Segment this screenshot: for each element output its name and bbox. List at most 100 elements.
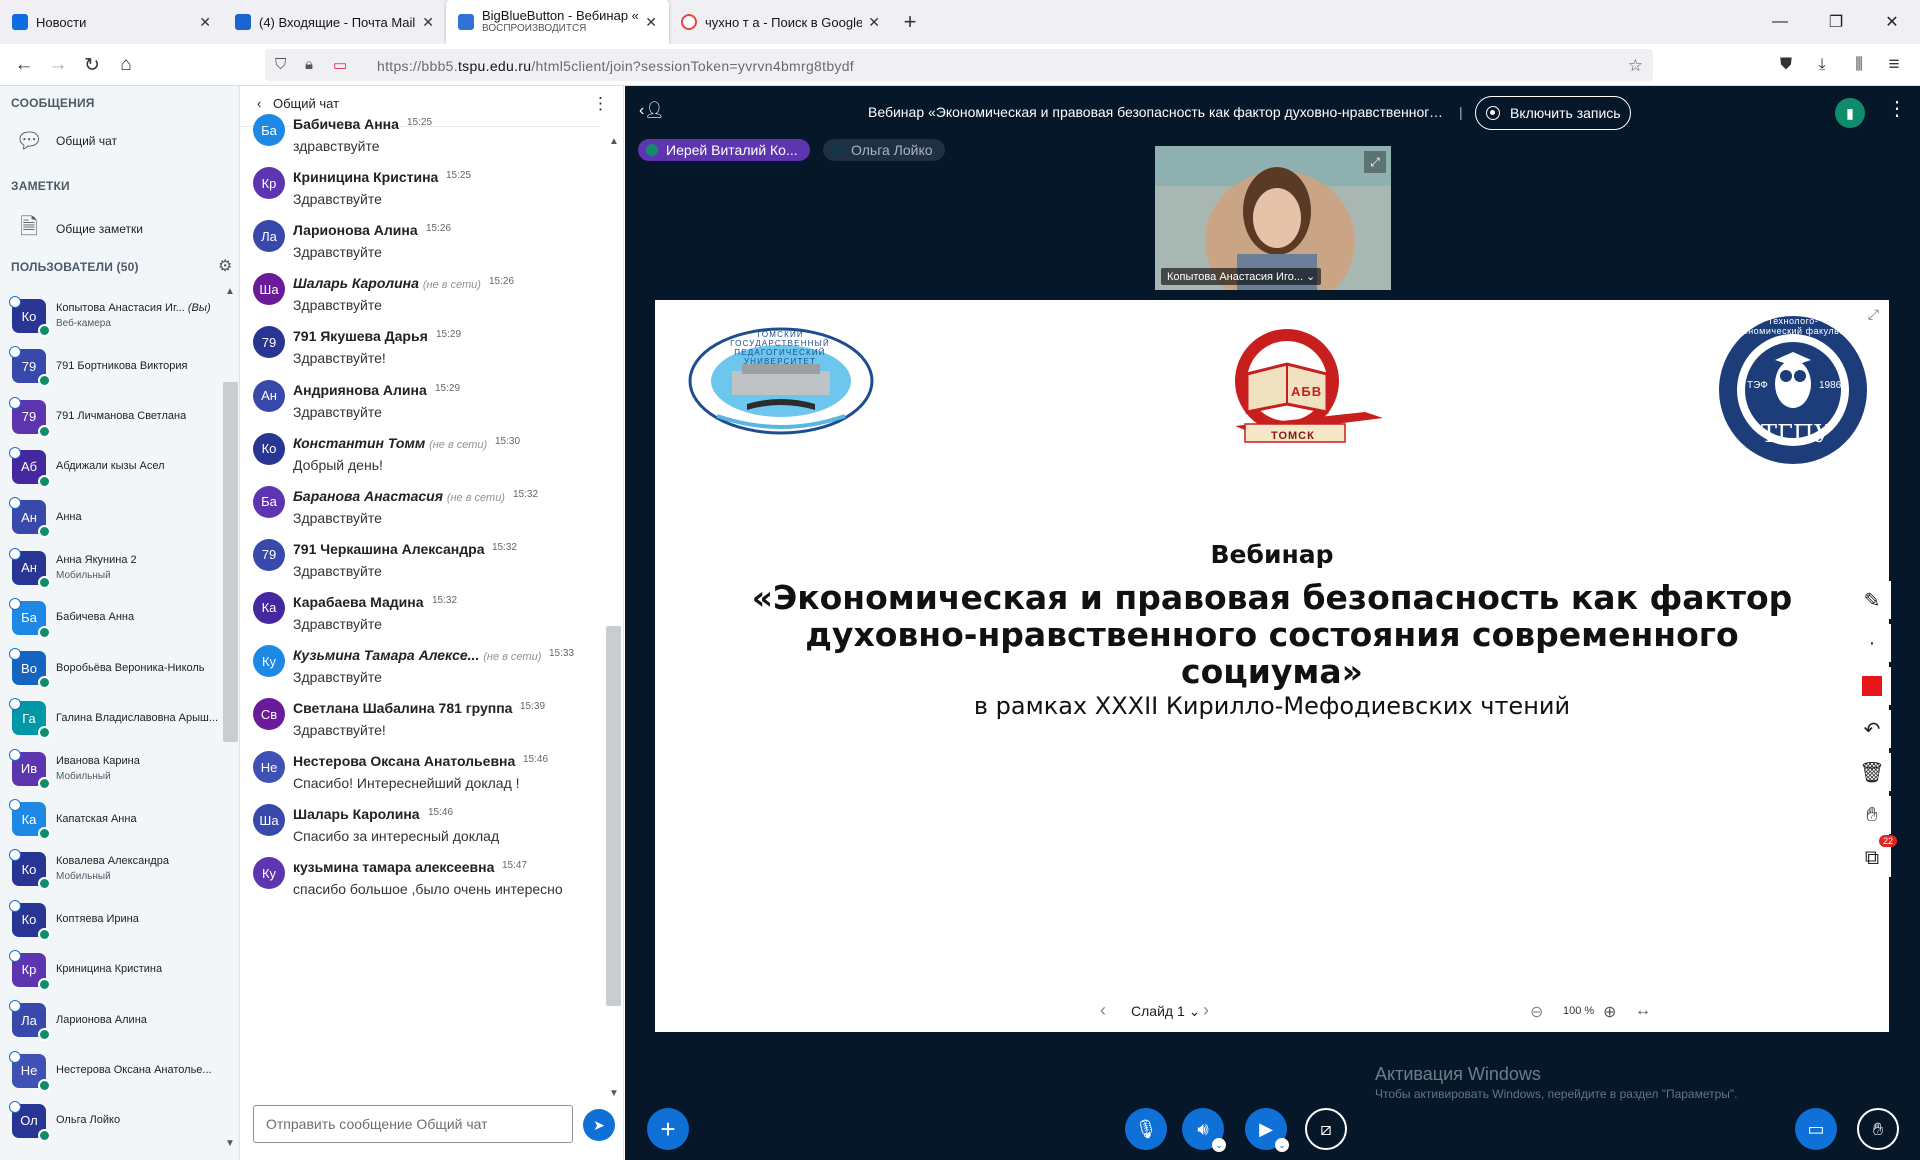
window-close-icon[interactable]: ✕ <box>1864 0 1920 44</box>
start-recording-button[interactable]: Включить запись <box>1475 96 1631 130</box>
sidebar-scrollbar[interactable] <box>223 382 238 742</box>
chat-message: Ка Карабаева Мадина 15:32 Здравствуйте <box>253 586 593 646</box>
back-arrow-icon[interactable]: ← <box>10 52 38 78</box>
color-picker-button[interactable] <box>1853 667 1891 705</box>
close-icon[interactable]: ✕ <box>422 14 434 31</box>
you-label: (Вы) <box>187 302 211 314</box>
fullscreen-icon[interactable]: ⤢ <box>1364 151 1386 173</box>
scroll-up-icon[interactable]: ▲ <box>609 136 619 147</box>
user-list-item[interactable]: Ла Ларионова Алина <box>9 998 222 1042</box>
avatar-initials: Аб <box>20 459 38 475</box>
slide-selector[interactable]: Слайд 1 ⌄ <box>1131 1003 1200 1020</box>
zoom-out-icon[interactable]: ⊖ <box>1530 1002 1543 1022</box>
presentation-toggle-button[interactable]: ▭ <box>1795 1108 1837 1150</box>
user-list-item[interactable]: 79 791 Личманова Светлана <box>9 395 222 439</box>
user-list-item[interactable]: Не Нестерова Оксана Анатолье... <box>9 1049 222 1093</box>
pocket-icon[interactable]: ⛊ <box>1772 52 1800 78</box>
audio-button[interactable]: 🔊︎ ⌄ <box>1182 1108 1226 1152</box>
user-list-item[interactable]: Ба Бабичева Анна <box>9 596 222 640</box>
send-button[interactable]: ➤ <box>583 1109 615 1141</box>
raise-hand-button[interactable]: ✋︎ <box>1857 1108 1899 1150</box>
user-list-item[interactable]: Аб Абдижали кызы Асел <box>9 445 222 489</box>
user-list-item[interactable]: Кр Криницина Кристина <box>9 948 222 992</box>
new-tab-plus-icon[interactable]: + <box>892 0 928 44</box>
scroll-up-icon[interactable]: ▲ <box>225 286 235 297</box>
message-author: Бабичева Анна <box>293 116 399 132</box>
chat-scrollbar[interactable] <box>606 626 621 1006</box>
close-icon[interactable]: ✕ <box>645 14 657 31</box>
pen-tool-icon[interactable]: ✎ <box>1853 581 1891 619</box>
library-icon[interactable]: ⫼ <box>1845 52 1873 78</box>
user-list-item[interactable]: Ко Коптяева Ирина <box>9 898 222 942</box>
shared-notes-item[interactable]: 🗎 Общие заметки <box>14 210 143 248</box>
user-list-item[interactable]: Ан Анна Якунина 2 Мобильный <box>9 546 222 590</box>
scroll-down-icon[interactable]: ▼ <box>225 1138 235 1149</box>
tab-bigbluebutton[interactable]: BigBlueButton - Вебинар «Экон ВОСПРОИЗВО… <box>446 0 669 44</box>
camera-permission-icon[interactable]: ▭ <box>333 56 347 74</box>
user-list-item[interactable]: Га Галина Владиславовна Арыш... <box>9 696 222 740</box>
previous-slide-icon[interactable]: ‹ <box>1100 1000 1106 1021</box>
tab-google[interactable]: чухно т а - Поиск в Google ✕ <box>669 0 892 44</box>
meeting-options-icon[interactable]: ⋮ <box>1887 96 1907 121</box>
public-chat-item[interactable]: 💬︎ Общий чат <box>14 128 117 154</box>
zoom-in-icon[interactable]: ⊕ <box>1603 1002 1616 1022</box>
chevron-down-icon[interactable]: ⌄ <box>1275 1138 1289 1152</box>
avatar-initials: Кр <box>21 962 37 978</box>
avatar-initials: Ко <box>21 308 37 324</box>
message-time: 15:26 <box>489 276 515 288</box>
shield-icon[interactable]: ⛉ <box>275 56 286 73</box>
connection-status-icon[interactable]: ▮ <box>1835 98 1865 128</box>
screenshare-button[interactable]: ⧄ <box>1305 1108 1347 1150</box>
presentation-slide[interactable]: ТОМСКИЙ ГОСУДАРСТВЕННЫЙ ПЕДАГОГИЧЕСКИЙ У… <box>655 300 1889 992</box>
user-list-item[interactable]: Ко Копытова Анастасия Иг... (Вы) Веб-камер… <box>9 294 222 338</box>
tab-news[interactable]: Новости ✕ <box>0 0 223 44</box>
restore-icon[interactable]: ❐ <box>1808 0 1864 44</box>
actions-plus-button[interactable]: + <box>647 1108 689 1150</box>
chevron-down-icon[interactable]: ⌄ <box>1212 1138 1226 1152</box>
webcam-video[interactable]: Копытова Анастасия Иго... ⌄ ⤢ <box>1155 146 1391 290</box>
forward-arrow-icon[interactable]: → <box>44 52 72 78</box>
undo-icon[interactable]: ↶ <box>1853 710 1891 748</box>
talking-indicator[interactable]: Иерей Виталий Ко... <box>638 139 810 161</box>
user-list-item[interactable]: Ол Ольга Лойко <box>9 1099 222 1143</box>
bookmark-star-icon[interactable]: ☆ <box>1628 56 1643 76</box>
minimize-icon[interactable]: — <box>1752 0 1808 44</box>
scroll-down-icon[interactable]: ▼ <box>609 1088 619 1099</box>
reload-icon[interactable]: ↻ <box>78 52 106 78</box>
message-header: Константин Томм (не в сети) <box>293 435 487 451</box>
pen-thickness-icon[interactable]: · <box>1853 624 1891 662</box>
multi-user-whiteboard-icon[interactable]: ⧉ 22 <box>1853 835 1897 877</box>
user-list-item[interactable]: Ан Анна <box>9 495 222 539</box>
gear-icon[interactable]: ⚙ <box>218 256 232 276</box>
close-icon[interactable]: ✕ <box>868 14 880 31</box>
tab-mail[interactable]: (4) Входящие - Почта Mail.ru ✕ <box>223 0 446 44</box>
lock-icon[interactable]: 🔒︎ <box>305 56 313 73</box>
user-list-item[interactable]: 79 791 Бортникова Виктория <box>9 344 222 388</box>
close-icon[interactable]: ✕ <box>199 14 211 31</box>
user-list-item[interactable]: Во Воробьёва Вероника-Николь <box>9 646 222 690</box>
user-list-item[interactable]: Ив Иванова Карина Мобильный <box>9 747 222 791</box>
user-list-toggle-icon[interactable]: ‹👤︎ <box>639 100 665 120</box>
clear-trash-icon[interactable]: 🗑︎ <box>1853 753 1891 791</box>
mute-button[interactable]: 🎙︎ <box>1125 1108 1167 1150</box>
user-list-item[interactable]: Ко Ковалева Александра Мобильный <box>9 847 222 891</box>
next-slide-icon[interactable]: › <box>1203 1000 1209 1021</box>
webcam-user-name[interactable]: Копытова Анастасия Иго... ⌄ <box>1161 268 1322 285</box>
mic-status-icon <box>9 748 21 761</box>
avatar-initials: Ко <box>21 861 37 877</box>
more-options-icon[interactable]: ⋮ <box>592 94 609 114</box>
slide-fullscreen-icon[interactable]: ⤢ <box>1868 306 1879 323</box>
chat-message-input[interactable]: Отправить сообщение Общий чат <box>253 1105 573 1143</box>
user-name: Капатская Анна <box>56 812 137 825</box>
camera-button[interactable]: ▶ ⌄ <box>1245 1108 1289 1152</box>
menu-icon[interactable]: ≡ <box>1880 52 1908 78</box>
talking-indicator[interactable]: Ольга Лойко <box>823 139 945 161</box>
download-icon[interactable]: ⤓ <box>1808 52 1836 78</box>
address-bar[interactable]: ⛉ 🔒︎ ▭ https://bbb5.tspu.edu.ru/html5cli… <box>265 49 1653 81</box>
pan-hand-icon[interactable]: ✋︎ <box>1853 796 1891 834</box>
fit-width-icon[interactable]: ↔ <box>1635 1002 1651 1020</box>
user-list-item[interactable]: Ка Капатская Анна <box>9 797 222 841</box>
message-text: Здравствуйте! <box>293 350 386 367</box>
offline-label: (не в сети) <box>429 438 488 451</box>
home-icon[interactable]: ⌂ <box>112 52 140 78</box>
